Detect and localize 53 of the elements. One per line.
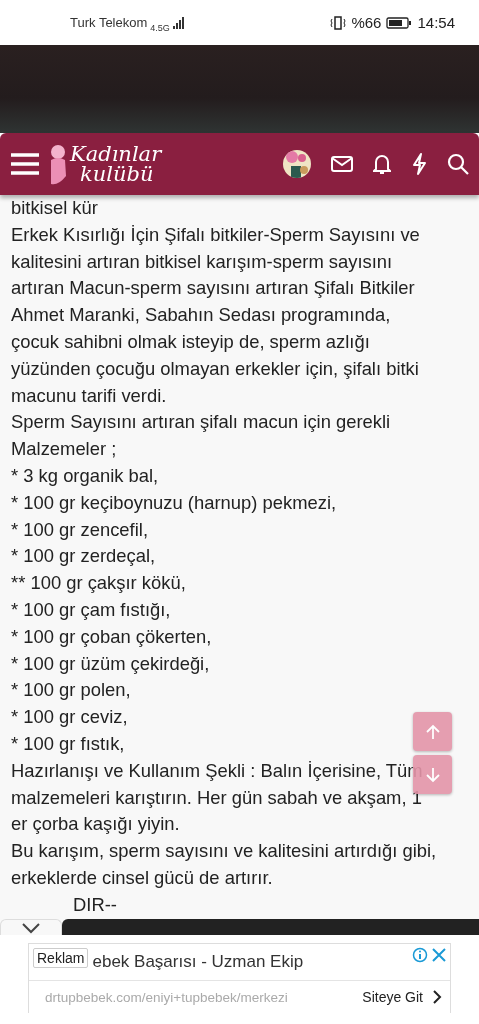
figure-icon — [48, 142, 68, 186]
article-text-line: artıran Macun-sperm sayısını artıran Şifalı Bitkiler — [11, 276, 415, 301]
article-text-line: Malzemeler ; — [11, 437, 117, 462]
network-type: 4.5G — [150, 22, 170, 33]
article-text-line: Ahmet Maranki, Sabahın Sedası programında, — [11, 303, 391, 328]
article-text-line: ** 100 gr çakşır kökü, — [11, 571, 186, 596]
article-text-line: Bu karışım, sperm sayısını ve kalitesini artırdığı gibi, — [11, 839, 437, 864]
article-text-line: kalitesini artıran bitkisel karışım-sperm sayısını — [11, 249, 393, 274]
article-text-line: * 100 gr üzüm çekirdeği, — [11, 651, 210, 676]
article-text-line: yüzünden çocuğu olmayan erkekler için, şifalı bitki — [11, 356, 419, 381]
menu-icon — [10, 152, 40, 176]
article-text-line: * 100 gr çam fıstığı, — [11, 597, 171, 622]
chevron-down-icon — [21, 921, 41, 934]
article-text-line: * 100 gr ceviz, — [11, 705, 128, 730]
article-text-line: macunu tarifi verdi. — [11, 383, 167, 408]
mail-icon[interactable] — [331, 156, 353, 172]
bell-icon[interactable] — [373, 153, 391, 175]
ad-title[interactable]: ebek Başarısı - Uzman Ekip — [92, 952, 408, 972]
menu-button[interactable] — [10, 152, 40, 176]
battery-percent: %66 — [351, 14, 382, 31]
arrow-up-icon — [424, 723, 441, 740]
vibrate-icon — [330, 15, 347, 30]
arrow-down-icon — [424, 766, 441, 783]
article-text-line: * 100 gr zencefil, — [11, 517, 148, 542]
article-text-line: malzemeleri karıştırın. Her gün sabah ve akşam, 1 — [11, 785, 422, 810]
collapse-button[interactable] — [0, 919, 62, 935]
article-text-line: Sperm Sayısını artıran şifalı macun için gerekli — [11, 410, 391, 435]
article-text-line: bitkisel kür — [11, 196, 98, 220]
article-text-line: DIR-- — [73, 892, 117, 917]
article-text-line: Erkek Kısırlığı İçin Şifalı bitkiler-Sperm Sayısını ve — [11, 222, 420, 247]
signal-icon — [172, 16, 185, 29]
article-text-line: * 100 gr çoban çökerten, — [11, 624, 212, 649]
article-text-line: er çorba kaşığı yiyin. — [11, 812, 180, 837]
article-text-line: * 3 kg organik bal, — [11, 463, 159, 488]
clock-time: 14:54 — [417, 14, 455, 31]
battery-icon — [386, 16, 413, 29]
carrier-name: Turk Telekom — [70, 15, 148, 30]
article-text-line: * 100 gr fıstık, — [11, 731, 125, 756]
search-icon[interactable] — [447, 153, 469, 175]
info-icon[interactable] — [412, 947, 428, 963]
visit-site-button[interactable]: Siteye Git — [362, 989, 442, 1005]
article-text-line: erkeklerde cinsel gücü de artırır. — [11, 865, 273, 890]
lightning-icon[interactable] — [411, 153, 427, 175]
article-text-line: çocuk sahibni olmak isteyip de, sperm azlığı — [11, 330, 370, 354]
article-text-line: * 100 gr polen, — [11, 678, 131, 703]
ad-label: Reklam — [33, 948, 89, 968]
chevron-right-icon — [433, 990, 442, 1004]
article-text-line: * 100 gr zerdeçal, — [11, 544, 156, 569]
close-icon[interactable] — [432, 948, 446, 962]
ad-url: drtupbebek.com/eniyi+tupbebek/merkezi — [45, 989, 289, 1005]
site-logo[interactable]: Kadınlar kulübü — [70, 144, 162, 184]
article-text-line: Hazırlanışı ve Kullanım Şekli : Balın İçerisine, Tüm — [11, 758, 423, 783]
article-text-line: * 100 gr keçiboynuzu (harnup) pekmezi, — [11, 490, 337, 515]
